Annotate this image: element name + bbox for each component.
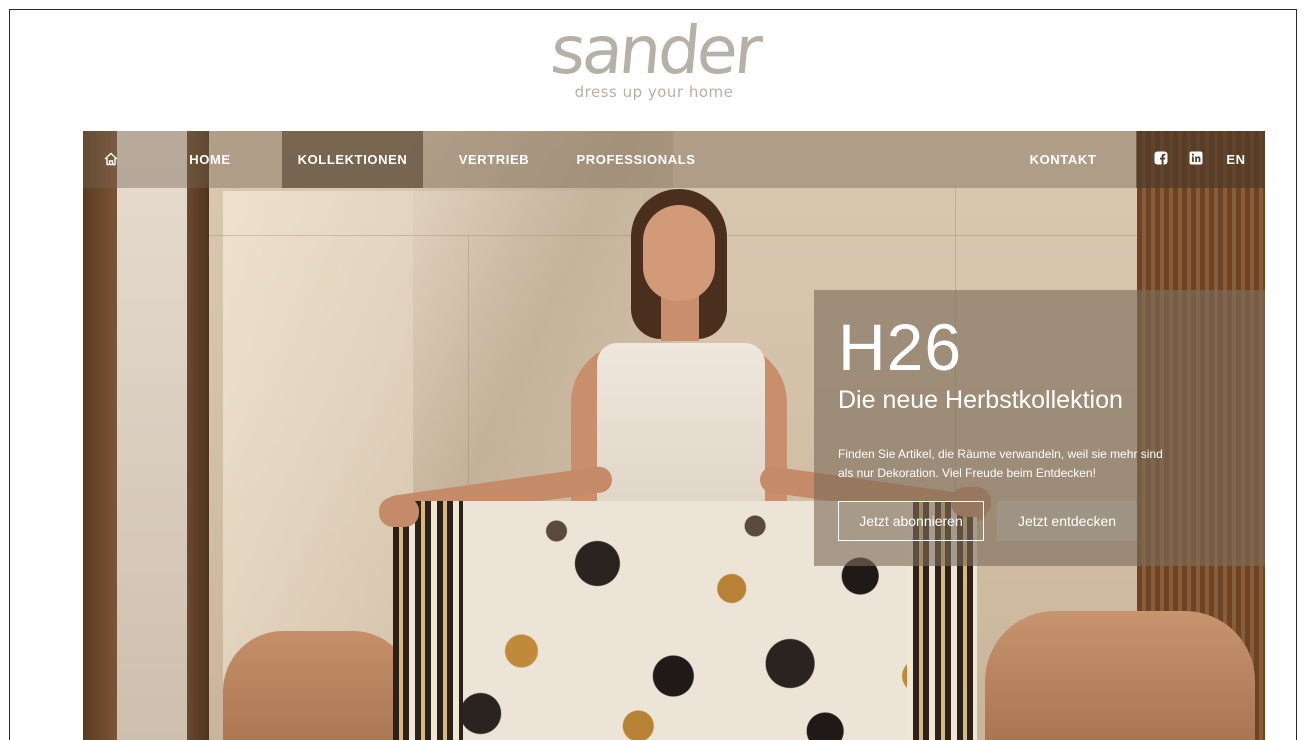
subscribe-button[interactable]: Jetzt abonnieren [838,501,984,541]
nav-item-vertrieb[interactable]: VERTRIEB [453,131,535,188]
hero-text: Finden Sie Artikel, die Räume verwandeln… [838,447,1163,480]
nav-item-professionals[interactable]: PROFESSIONALS [572,131,700,188]
hero-banner: HOME KOLLEKTIONEN VERTRIEB PROFESSIONALS… [83,131,1265,740]
model-face [643,205,715,301]
logo-wordmark: sander [545,12,763,89]
hero-subtitle: Die neue Herbstkollektion [838,386,1123,414]
scarf-border [393,501,463,740]
hero-title: H26 [838,310,963,384]
nav-item-home[interactable]: HOME [175,131,245,188]
hero-card: H26 Die neue Herbstkollektion Finden Sie… [814,290,1265,566]
window-glass [117,131,187,740]
linkedin-icon[interactable] [1189,151,1205,167]
nav-item-kollektionen[interactable]: KOLLEKTIONEN [282,131,423,188]
language-switch[interactable]: EN [1221,131,1251,188]
facebook-icon[interactable] [1154,151,1170,167]
main-navigation: HOME KOLLEKTIONEN VERTRIEB PROFESSIONALS… [83,131,1265,188]
model-hand [379,497,419,527]
logo-tagline: dress up your home [574,83,734,101]
window-frame [83,131,117,740]
armchair [985,611,1255,740]
site-logo[interactable]: sander dress up your home [10,10,1296,131]
armchair [223,631,413,740]
window-frame [187,131,209,740]
nav-item-kontakt[interactable]: KONTAKT [1023,131,1103,188]
page-frame: sander dress up your home HOME KOLLEKTIO… [9,9,1297,740]
discover-button[interactable]: Jetzt entdecken [997,501,1137,541]
home-icon[interactable] [103,151,119,167]
